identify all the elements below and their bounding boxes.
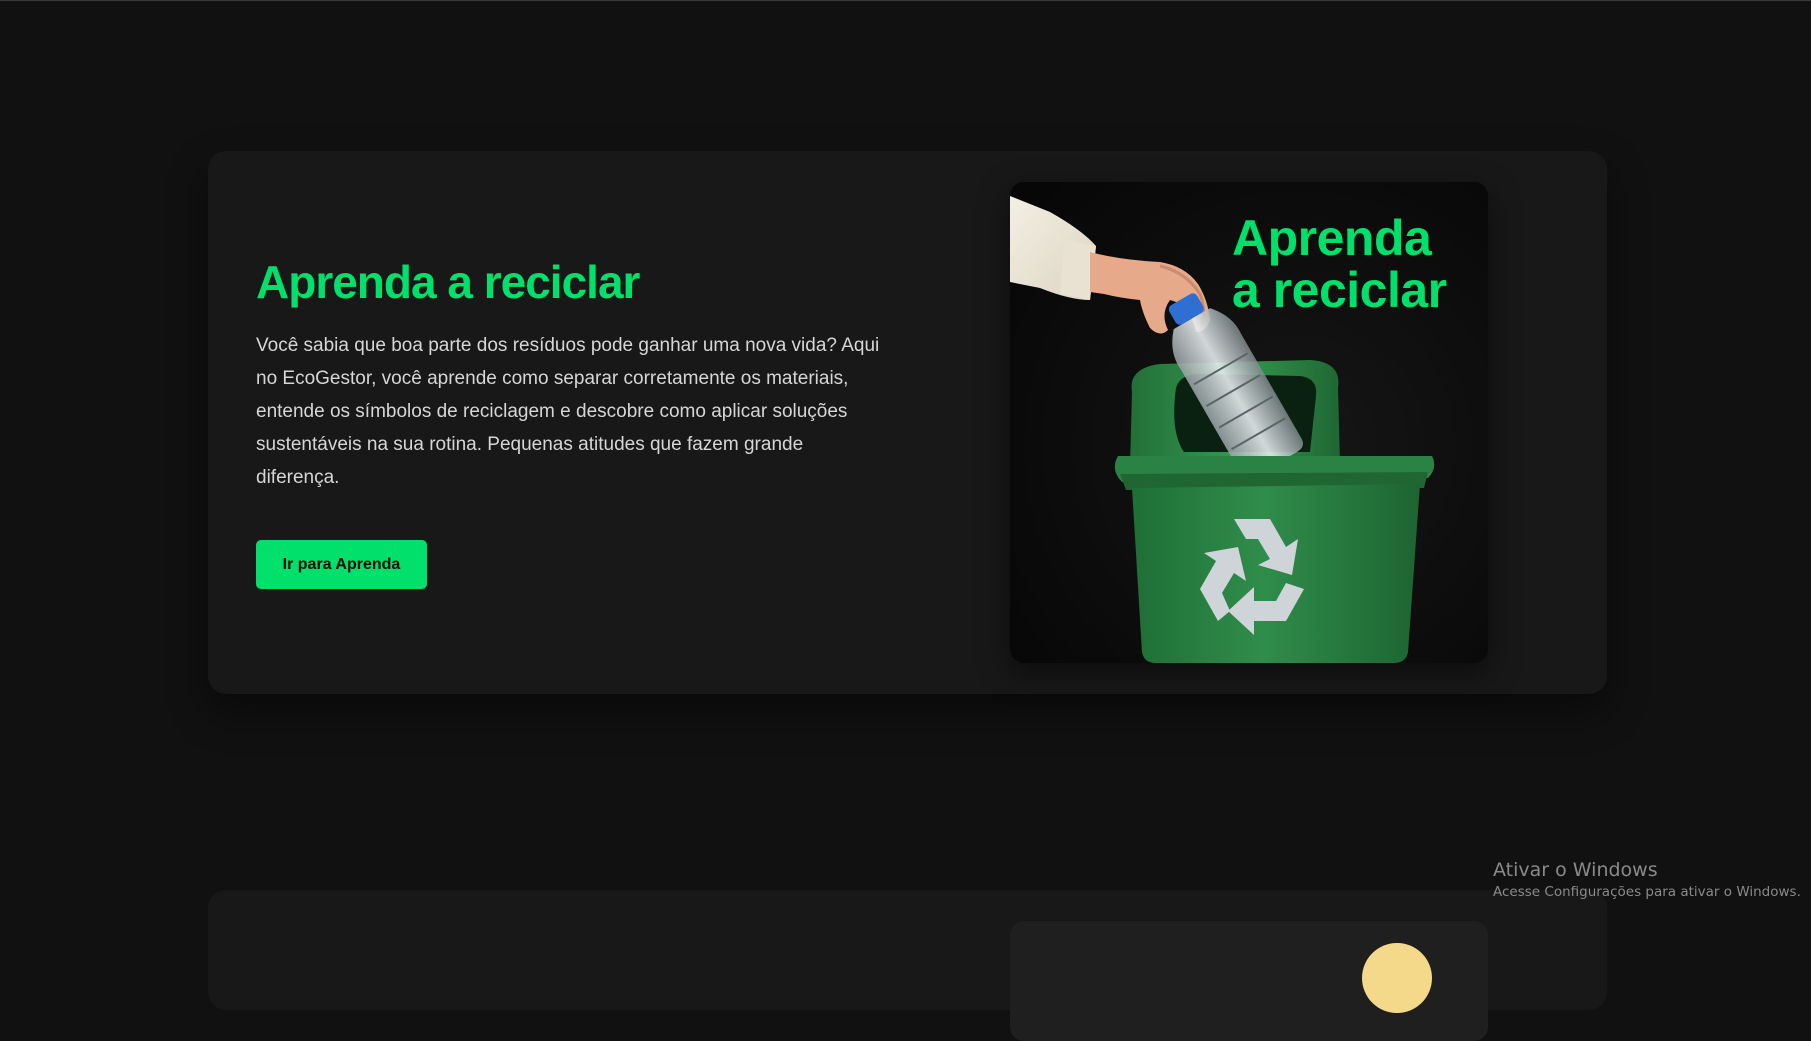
watermark-title: Ativar o Windows xyxy=(1493,859,1658,881)
image-title-line-1: Aprenda xyxy=(1232,210,1432,266)
top-rule xyxy=(0,0,1811,1)
go-to-learn-button[interactable]: Ir para Aprenda xyxy=(256,540,427,589)
sun-shape xyxy=(1362,943,1432,1013)
learn-recycling-card: Aprenda a reciclar Você sabia que boa pa… xyxy=(208,151,1607,694)
windows-activation-watermark: Ativar o Windows Acesse Configurações pa… xyxy=(1493,858,1801,902)
image-title: Aprenda a reciclar xyxy=(1232,212,1447,316)
section-title: Aprenda a reciclar xyxy=(256,256,640,308)
section-description: Você sabia que boa parte dos resíduos po… xyxy=(256,335,880,488)
card-text: Aprenda a reciclar Você sabia que boa pa… xyxy=(256,255,896,494)
next-card-image xyxy=(1010,921,1488,1041)
next-card xyxy=(208,890,1607,1041)
image-title-line-2: a reciclar xyxy=(1232,262,1447,318)
recycling-illustration: Aprenda a reciclar xyxy=(1010,182,1488,663)
watermark-subtitle: Acesse Configurações para ativar o Windo… xyxy=(1493,884,1801,900)
